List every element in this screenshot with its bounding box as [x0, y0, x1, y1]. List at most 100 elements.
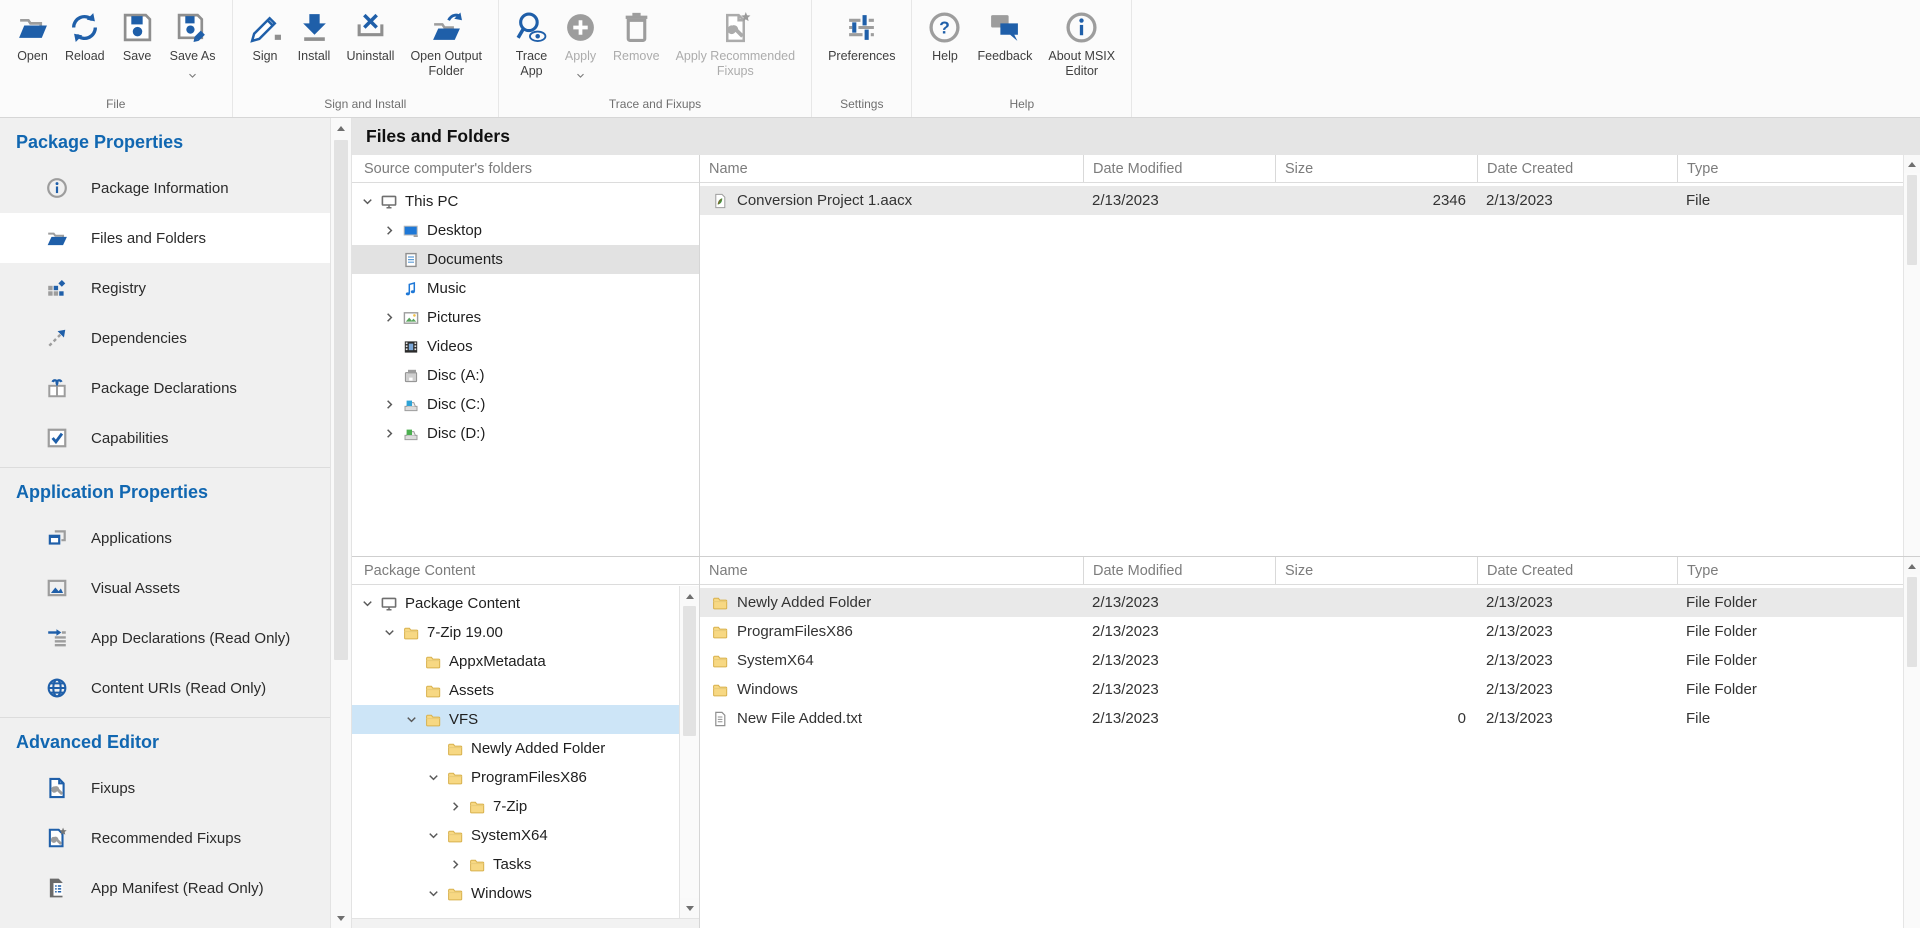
- chevron-expanded-icon[interactable]: [404, 712, 419, 727]
- scrollbar-thumb[interactable]: [1907, 175, 1917, 265]
- tree-item-this-pc[interactable]: This PC: [352, 187, 699, 216]
- scrollbar-up-button[interactable]: [331, 118, 351, 138]
- tree-item-7-zip[interactable]: 7-Zip: [352, 792, 679, 821]
- tree-item-pictures[interactable]: Pictures: [352, 303, 699, 332]
- column-header-size[interactable]: Size: [1275, 557, 1477, 584]
- scrollbar-up-button[interactable]: [1904, 155, 1920, 173]
- chevron-expanded-icon[interactable]: [360, 596, 375, 611]
- preferences-button[interactable]: Preferences: [820, 8, 903, 64]
- scrollbar-down-button[interactable]: [331, 908, 351, 928]
- tree-item-disc-a[interactable]: Disc (A:): [352, 361, 699, 390]
- column-header-date-modified[interactable]: Date Modified: [1083, 155, 1275, 182]
- chevron-expanded-icon[interactable]: [360, 194, 375, 209]
- tree-item-7-zip-19-00[interactable]: 7-Zip 19.00: [352, 618, 679, 647]
- sidebar-item-applications[interactable]: Applications: [0, 513, 330, 563]
- tree-item-disc-d[interactable]: Disc (D:): [352, 419, 699, 448]
- file-row-newly-added-folder[interactable]: Newly Added Folder2/13/20232/13/2023File…: [700, 588, 1920, 617]
- tree-item-documents[interactable]: Documents: [352, 245, 699, 274]
- trace-app-button[interactable]: TraceApp: [507, 8, 556, 79]
- file-row-conversion-project-1-aacx[interactable]: Conversion Project 1.aacx2/13/202323462/…: [700, 186, 1920, 215]
- column-header-type[interactable]: Type: [1677, 557, 1920, 584]
- package-list-scrollbar[interactable]: [1903, 557, 1920, 928]
- chevron-expanded-icon[interactable]: [426, 886, 441, 901]
- sign-button[interactable]: Sign: [241, 8, 290, 64]
- cell-date-created: 2/13/2023: [1477, 594, 1677, 611]
- chevron-expanded-icon[interactable]: [382, 625, 397, 640]
- sidebar-scrollbar[interactable]: [330, 118, 352, 928]
- open-button[interactable]: Open: [8, 8, 57, 64]
- tree-item-disc-c[interactable]: Disc (C:): [352, 390, 699, 419]
- tree-item-systemx64[interactable]: SystemX64: [352, 821, 679, 850]
- tree-item-package-content[interactable]: Package Content: [352, 589, 679, 618]
- scrollbar-down-button[interactable]: [680, 898, 699, 918]
- tree-item-windows[interactable]: Windows: [352, 879, 679, 908]
- source-file-list: Conversion Project 1.aacx2/13/202323462/…: [700, 183, 1920, 556]
- about-msix-editor-button[interactable]: About MSIXEditor: [1040, 8, 1123, 79]
- package-tree-scrollbar[interactable]: [679, 586, 699, 918]
- package-tree-horizontal-scrollbar[interactable]: [352, 918, 699, 928]
- sidebar-item-visual-assets[interactable]: Visual Assets: [0, 563, 330, 613]
- sidebar-item-fixups[interactable]: Fixups: [0, 763, 330, 813]
- chevron-collapsed-icon[interactable]: [382, 223, 397, 238]
- column-header-name[interactable]: Name: [700, 557, 1083, 584]
- apply-button[interactable]: Apply: [556, 8, 605, 84]
- tree-item-videos[interactable]: Videos: [352, 332, 699, 361]
- chevron-expanded-icon[interactable]: [426, 828, 441, 843]
- sidebar-item-registry[interactable]: Registry: [0, 263, 330, 313]
- install-button[interactable]: Install: [290, 8, 339, 64]
- chevron-collapsed-icon[interactable]: [448, 799, 463, 814]
- file-row-windows[interactable]: Windows2/13/20232/13/2023File Folder: [700, 675, 1920, 704]
- button-label: Save As: [170, 49, 216, 64]
- remove-button[interactable]: Remove: [605, 8, 668, 64]
- chevron-collapsed-icon[interactable]: [382, 426, 397, 441]
- uninstall-button[interactable]: Uninstall: [339, 8, 403, 64]
- save-as-button[interactable]: Save As: [162, 8, 224, 84]
- chevron-collapsed-icon[interactable]: [382, 397, 397, 412]
- column-header-date-created[interactable]: Date Created: [1477, 155, 1677, 182]
- chevron-expanded-icon[interactable]: [426, 770, 441, 785]
- scrollbar-thumb[interactable]: [334, 140, 348, 660]
- column-header-name[interactable]: Name: [700, 155, 1083, 182]
- file-row-new-file-added-txt[interactable]: New File Added.txt2/13/202302/13/2023Fil…: [700, 704, 1920, 733]
- apply-recommended-fixups-button[interactable]: Apply RecommendedFixups: [668, 8, 804, 79]
- sidebar-item-package-declarations[interactable]: Package Declarations: [0, 363, 330, 413]
- column-header-date-modified[interactable]: Date Modified: [1083, 557, 1275, 584]
- tree-item-newly-added-folder[interactable]: Newly Added Folder: [352, 734, 679, 763]
- sidebar-item-content-uris-read-only[interactable]: Content URIs (Read Only): [0, 663, 330, 713]
- help-button[interactable]: ?Help: [920, 8, 969, 64]
- file-row-programfilesx86[interactable]: ProgramFilesX862/13/20232/13/2023File Fo…: [700, 617, 1920, 646]
- column-header-type[interactable]: Type: [1677, 155, 1920, 182]
- tree-item-label: 7-Zip 19.00: [427, 624, 503, 641]
- source-list-scrollbar[interactable]: [1903, 155, 1920, 556]
- tree-item-vfs[interactable]: VFS: [352, 705, 679, 734]
- sidebar-item-app-manifest-read-only[interactable]: App Manifest (Read Only): [0, 863, 330, 913]
- sidebar-item-recommended-fixups[interactable]: Recommended Fixups: [0, 813, 330, 863]
- feedback-button[interactable]: Feedback: [969, 8, 1040, 64]
- tree-item-desktop[interactable]: Desktop: [352, 216, 699, 245]
- tree-item-music[interactable]: Music: [352, 274, 699, 303]
- tree-item-tasks[interactable]: Tasks: [352, 850, 679, 879]
- sidebar-item-package-information[interactable]: Package Information: [0, 163, 330, 213]
- sidebar-item-dependencies[interactable]: Dependencies: [0, 313, 330, 363]
- tree-item-appxmetadata[interactable]: AppxMetadata: [352, 647, 679, 676]
- chevron-down-icon[interactable]: [576, 66, 585, 84]
- sidebar-item-app-declarations-read-only[interactable]: App Declarations (Read Only): [0, 613, 330, 663]
- chevron-collapsed-icon[interactable]: [448, 857, 463, 872]
- scrollbar-up-button[interactable]: [680, 586, 699, 606]
- file-row-systemx64[interactable]: SystemX642/13/20232/13/2023File Folder: [700, 646, 1920, 675]
- tree-item-programfilesx86[interactable]: ProgramFilesX86: [352, 763, 679, 792]
- open-output-folder-button[interactable]: Open OutputFolder: [402, 8, 490, 79]
- reload-button[interactable]: Reload: [57, 8, 113, 64]
- save-button[interactable]: Save: [113, 8, 162, 64]
- dependencies-icon: [45, 327, 69, 349]
- sidebar-item-files-and-folders[interactable]: Files and Folders: [0, 213, 330, 263]
- column-header-date-created[interactable]: Date Created: [1477, 557, 1677, 584]
- chevron-down-icon[interactable]: [188, 66, 197, 84]
- sidebar-item-capabilities[interactable]: Capabilities: [0, 413, 330, 463]
- chevron-collapsed-icon[interactable]: [382, 310, 397, 325]
- scrollbar-thumb[interactable]: [683, 606, 696, 736]
- scrollbar-thumb[interactable]: [1907, 577, 1917, 667]
- tree-item-assets[interactable]: Assets: [352, 676, 679, 705]
- scrollbar-up-button[interactable]: [1904, 557, 1920, 575]
- column-header-size[interactable]: Size: [1275, 155, 1477, 182]
